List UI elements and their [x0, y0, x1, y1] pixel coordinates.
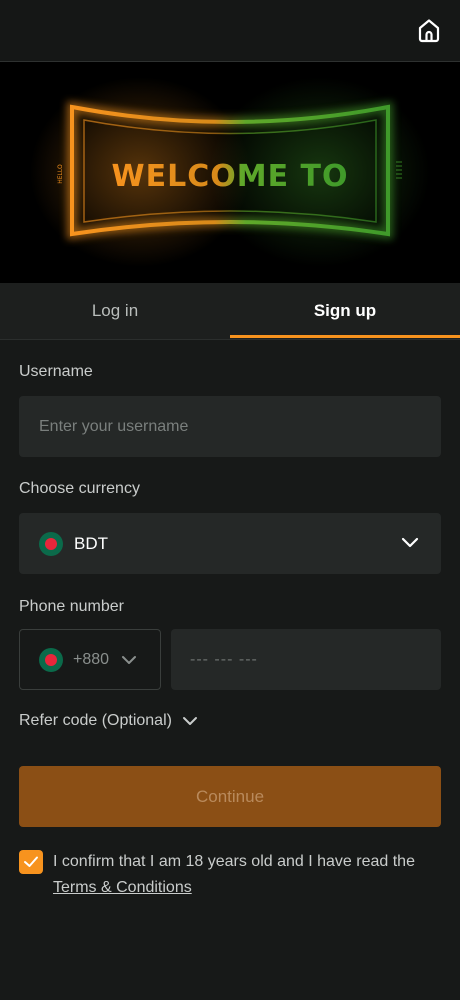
terms-link[interactable]: Terms & Conditions	[53, 879, 192, 896]
continue-button[interactable]: Continue	[19, 766, 441, 827]
country-code-select[interactable]: +880	[19, 629, 161, 690]
chevron-down-icon	[122, 655, 137, 664]
chevron-down-icon	[401, 537, 419, 548]
bangladesh-flag-icon	[39, 647, 63, 672]
tab-log-in[interactable]: Log in	[0, 283, 230, 339]
welcome-banner: WELCOME TO HELLO	[0, 62, 460, 283]
home-button[interactable]	[416, 16, 442, 44]
banner-side-text: HELLO	[57, 164, 64, 184]
username-field-container	[19, 396, 441, 457]
refer-code-label: Refer code (Optional)	[19, 712, 172, 729]
active-tab-indicator	[230, 335, 460, 338]
bangladesh-flag-icon	[39, 531, 63, 556]
username-input[interactable]	[19, 396, 441, 457]
phone-field-container	[171, 629, 441, 690]
currency-label: Choose currency	[19, 480, 140, 497]
tab-sign-up[interactable]: Sign up	[230, 283, 460, 339]
chevron-down-icon	[182, 717, 197, 725]
country-code-value: +880	[73, 650, 110, 668]
currency-select[interactable]: BDT	[19, 513, 441, 574]
confirm-checkbox[interactable]	[19, 850, 43, 874]
phone-input[interactable]	[171, 629, 441, 690]
confirm-text: I confirm that I am 18 years old and I h…	[53, 853, 415, 870]
top-bar	[0, 0, 460, 62]
confirm-text-block: I confirm that I am 18 years old and I h…	[53, 849, 443, 901]
phone-label: Phone number	[19, 598, 124, 615]
username-label: Username	[19, 363, 93, 380]
currency-value: BDT	[74, 533, 108, 553]
refer-code-toggle[interactable]: Refer code (Optional)	[19, 712, 198, 730]
home-icon	[418, 19, 440, 43]
banner-headline: WELCOME TO	[112, 159, 349, 194]
check-icon	[24, 856, 38, 867]
auth-tabs: Log in Sign up	[0, 283, 460, 340]
